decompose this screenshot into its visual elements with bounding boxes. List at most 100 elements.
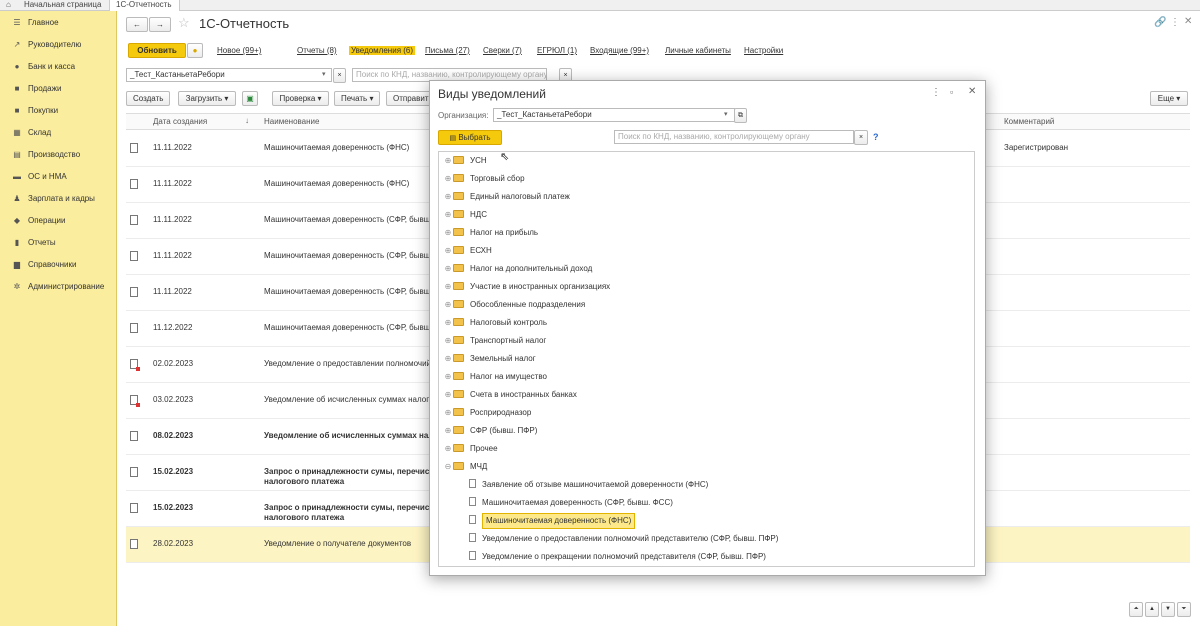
- tree-folder[interactable]: ⊕ ЕСХН: [443, 242, 492, 260]
- expand-icon[interactable]: ⊕: [443, 296, 453, 314]
- sidebar-item-4[interactable]: ■ Продажи: [0, 79, 117, 99]
- expand-icon[interactable]: ⊕: [443, 350, 453, 368]
- back-button[interactable]: ←: [126, 17, 148, 32]
- expand-icon[interactable]: ⊕: [443, 332, 453, 350]
- tree-folder[interactable]: ⊕ Счета в иностранных банках: [443, 386, 577, 404]
- maximize-icon[interactable]: ▫: [950, 87, 953, 97]
- expand-icon[interactable]: ⊕: [443, 386, 453, 404]
- expand-icon[interactable]: ⊕: [443, 224, 453, 242]
- load-button[interactable]: Загрузить ▾: [178, 91, 236, 106]
- expand-icon[interactable]: ⊕: [443, 152, 453, 170]
- scroll-down-button[interactable]: ▼: [1161, 602, 1175, 617]
- expand-icon[interactable]: ⊕: [443, 188, 453, 206]
- tree-folder[interactable]: ⊕ Обособленные подразделения: [443, 296, 585, 314]
- tree-folder[interactable]: ⊕ Налог на дополнительный доход: [443, 260, 592, 278]
- sidebar-item-10[interactable]: ◆ Операции: [0, 211, 117, 231]
- select-button[interactable]: ▤ Выбрать: [438, 130, 502, 145]
- expand-icon[interactable]: ⊕: [443, 440, 453, 458]
- nav-link-8[interactable]: Личные кабинеты: [665, 46, 731, 55]
- tab-home[interactable]: Начальная страница: [18, 0, 110, 11]
- sidebar-item-8[interactable]: ▬ ОС и НМА: [0, 167, 117, 187]
- expand-icon[interactable]: ⊕: [443, 368, 453, 386]
- home-icon[interactable]: ⌂: [6, 0, 11, 10]
- help-icon[interactable]: ?: [873, 132, 879, 142]
- more-vert-icon[interactable]: ⋮: [931, 87, 941, 98]
- forward-button[interactable]: →: [149, 17, 171, 32]
- tree-folder[interactable]: ⊕ Прочее: [443, 440, 498, 458]
- nav-link-6[interactable]: ЕГРЮЛ (1): [537, 46, 577, 55]
- create-button[interactable]: Создать: [126, 91, 170, 106]
- nav-link-5[interactable]: Сверки (7): [483, 46, 522, 55]
- tree-folder[interactable]: ⊕ Налог на имущество: [443, 368, 547, 386]
- print-button[interactable]: Печать ▾: [334, 91, 380, 106]
- nav-link-7[interactable]: Входящие (99+): [590, 46, 649, 55]
- nav-link-1[interactable]: Новое (99+): [217, 46, 261, 55]
- clear-org-button[interactable]: ×: [333, 68, 346, 83]
- column-name[interactable]: Наименование: [264, 114, 319, 129]
- expand-icon[interactable]: ⊕: [443, 206, 453, 224]
- tree-folder[interactable]: ⊕ Торговый сбор: [443, 170, 525, 188]
- excel-button[interactable]: ▣: [242, 91, 258, 106]
- column-comment[interactable]: Комментарий: [1004, 114, 1054, 129]
- tree-item[interactable]: Уведомление о предоставлении полномочий …: [469, 530, 778, 548]
- refresh-button[interactable]: Обновить: [128, 43, 186, 58]
- expand-icon[interactable]: ⊕: [443, 404, 453, 422]
- sidebar-item-1[interactable]: ☰ Главное: [0, 13, 117, 33]
- sidebar-item-9[interactable]: ♟ Зарплата и кадры: [0, 189, 117, 209]
- expand-icon[interactable]: ⊕: [443, 170, 453, 188]
- scroll-bottom-button[interactable]: ⏷: [1177, 602, 1191, 617]
- tree-folder[interactable]: ⊕ Единый налоговый платеж: [443, 188, 570, 206]
- check-button[interactable]: Проверка ▾: [272, 91, 329, 106]
- tree-folder[interactable]: ⊕ УСН: [443, 152, 487, 170]
- chevron-down-icon[interactable]: ▾: [322, 70, 326, 78]
- nav-link-3[interactable]: Уведомления (6): [349, 46, 416, 55]
- tree-item[interactable]: Заявление об отзыве машиночитаемой довер…: [469, 476, 708, 494]
- tree-item[interactable]: Машиночитаемая доверенность (ФНС): [469, 512, 636, 530]
- tree-folder[interactable]: ⊕ Налог на прибыль: [443, 224, 538, 242]
- more-button[interactable]: Еще ▾: [1150, 91, 1188, 106]
- open-organization-button[interactable]: ⧉: [734, 108, 747, 123]
- scroll-top-button[interactable]: ⏶: [1129, 602, 1143, 617]
- favorite-star-icon[interactable]: ☆: [178, 15, 190, 31]
- tree-folder[interactable]: ⊕ НДС: [443, 206, 487, 224]
- dialog-search-input[interactable]: Поиск по КНД, названию, контролирующему …: [614, 130, 854, 144]
- sidebar-item-3[interactable]: ● Банк и касса: [0, 57, 117, 77]
- sidebar-item-5[interactable]: ■ Покупки: [0, 101, 117, 121]
- sidebar-item-2[interactable]: ↗ Руководителю: [0, 35, 117, 55]
- close-icon[interactable]: ✕: [968, 86, 976, 97]
- sidebar-item-7[interactable]: ▤ Производство: [0, 145, 117, 165]
- tree-folder[interactable]: ⊕ Земельный налог: [443, 350, 536, 368]
- sidebar-item-12[interactable]: ▆ Справочники: [0, 255, 117, 275]
- tree-item[interactable]: Уведомление о прекращении полномочий пре…: [469, 548, 766, 566]
- expand-icon[interactable]: ⊕: [443, 314, 453, 332]
- collapse-icon[interactable]: ⊖: [443, 458, 453, 476]
- nav-link-2[interactable]: Отчеты (8): [297, 46, 337, 55]
- tree-folder[interactable]: ⊕ Транспортный налог: [443, 332, 546, 350]
- tree-item[interactable]: Машиночитаемая доверенность (СФР, бывш. …: [469, 494, 673, 512]
- dialog-clear-search-button[interactable]: ×: [854, 130, 868, 145]
- tree-folder[interactable]: ⊕ Налоговый контроль: [443, 314, 547, 332]
- tree-folder[interactable]: ⊕ Росприродназор: [443, 404, 531, 422]
- chevron-down-icon[interactable]: ▾: [724, 110, 728, 118]
- refresh-settings-button[interactable]: ●: [187, 43, 203, 58]
- organization-field[interactable]: _Тест_КастаньетаРебори: [126, 68, 332, 82]
- sidebar-item-6[interactable]: ▦ Склад: [0, 123, 117, 143]
- expand-icon[interactable]: ⊕: [443, 422, 453, 440]
- tree-folder[interactable]: ⊕ Участие в иностранных организациях: [443, 278, 610, 296]
- dialog-organization-field[interactable]: _Тест_КастаньетаРебори: [493, 108, 735, 122]
- column-date[interactable]: Дата создания: [153, 114, 207, 129]
- tab-1c-reporting[interactable]: 1С-Отчетность: [110, 0, 180, 11]
- link-icon[interactable]: 🔗: [1154, 17, 1166, 28]
- close-icon[interactable]: ✕: [1184, 16, 1192, 27]
- more-vert-icon[interactable]: ⋮: [1170, 17, 1180, 28]
- tree-folder[interactable]: ⊖ МЧД: [443, 458, 487, 476]
- expand-icon[interactable]: ⊕: [443, 242, 453, 260]
- nav-link-4[interactable]: Письма (27): [425, 46, 470, 55]
- expand-icon[interactable]: ⊕: [443, 278, 453, 296]
- sidebar-item-13[interactable]: ✲ Администрирование: [0, 277, 117, 297]
- tree-folder[interactable]: ⊕ СФР (бывш. ПФР): [443, 422, 537, 440]
- nav-link-9[interactable]: Настройки: [744, 46, 783, 55]
- sidebar-item-11[interactable]: ▮ Отчеты: [0, 233, 117, 253]
- scroll-up-button[interactable]: ▲: [1145, 602, 1159, 617]
- expand-icon[interactable]: ⊕: [443, 260, 453, 278]
